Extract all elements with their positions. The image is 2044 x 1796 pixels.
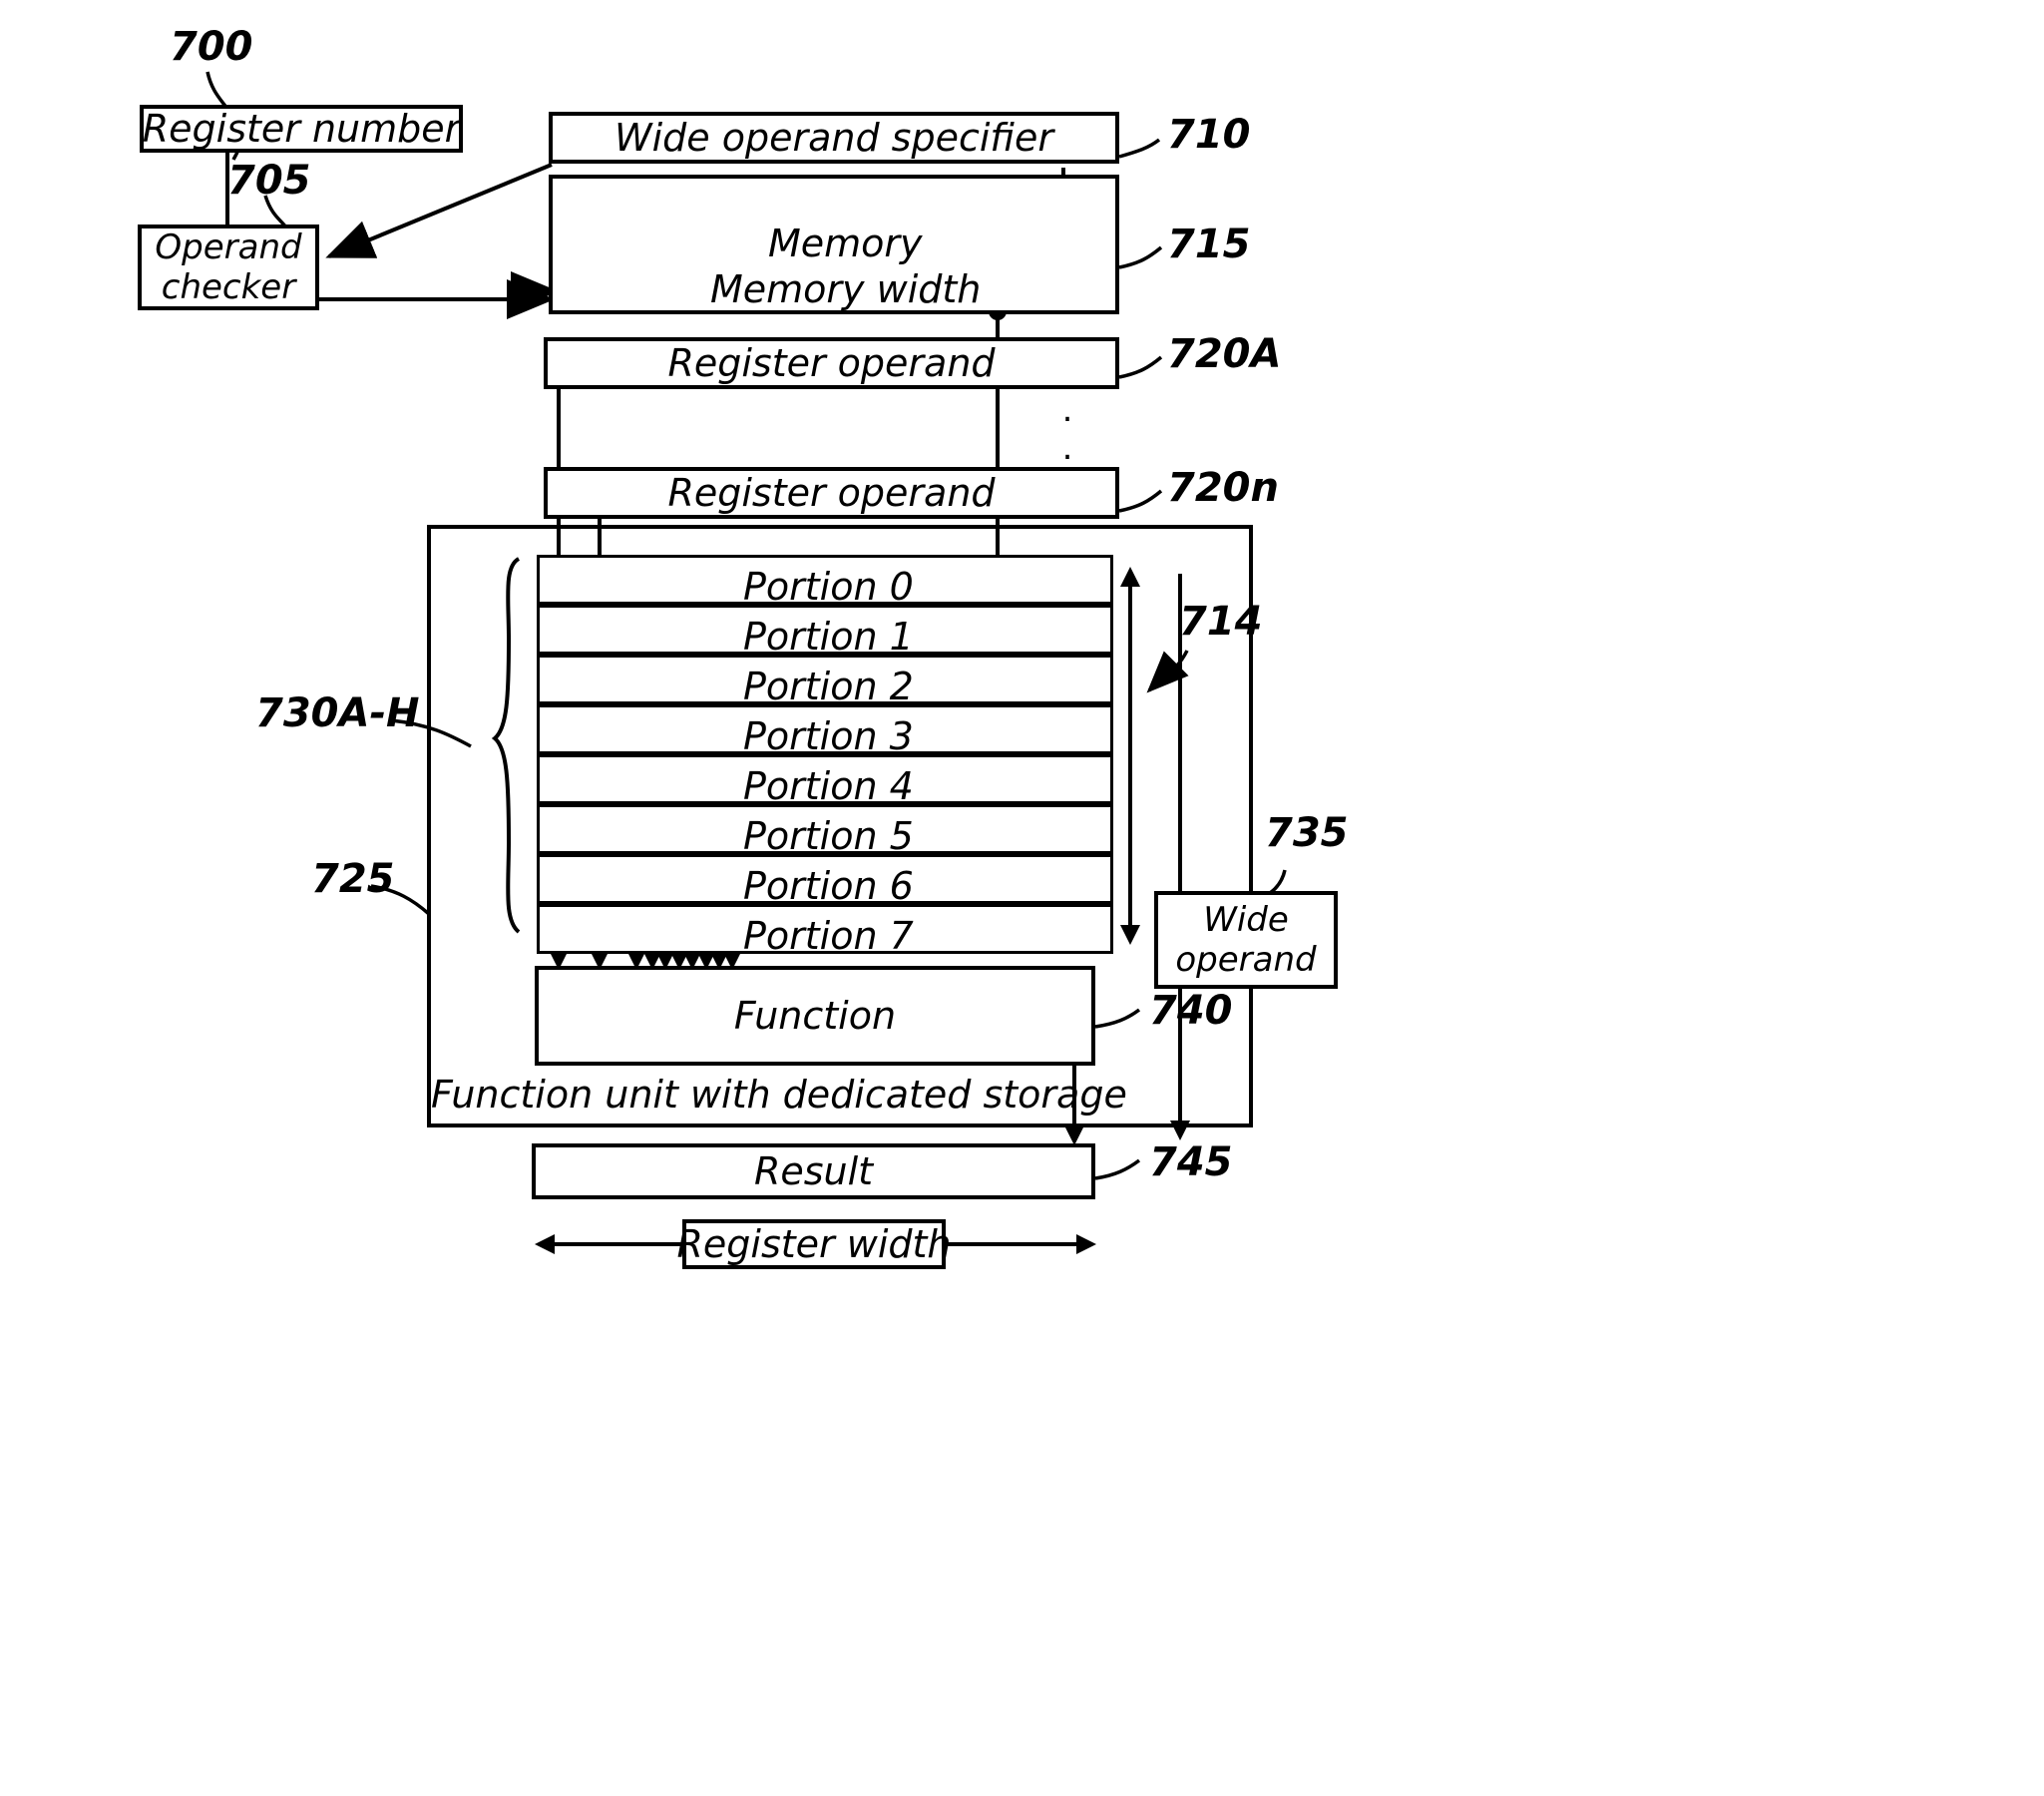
register-number-box[interactable]: Register number: [140, 105, 463, 153]
wide-operand-specifier-box[interactable]: Wide operand specifier: [549, 112, 1119, 164]
register-operand-a-label: Register operand: [667, 341, 996, 385]
ref-705: 705: [227, 158, 311, 204]
portion-label-0: Portion 0: [743, 565, 914, 609]
portion-label-4: Portion 4: [743, 764, 914, 808]
register-operand-n-box[interactable]: Register operand: [544, 467, 1119, 519]
wide-operand-label-line1: Wide: [1203, 900, 1289, 940]
operand-checker-label-line2: checker: [161, 267, 296, 307]
ref-725: 725: [311, 856, 395, 902]
portion-label-1: Portion 1: [743, 615, 914, 659]
portion-label-5: Portion 5: [743, 814, 914, 858]
ref-740: 740: [1149, 988, 1233, 1034]
portion-label-6: Portion 6: [743, 864, 914, 908]
register-width-box[interactable]: Register width: [677, 1219, 952, 1269]
wide-operand-box[interactable]: Wide operand: [1154, 891, 1338, 989]
wide-operand-specifier-label: Wide operand specifier: [614, 116, 1053, 160]
wide-operand-label-line2: operand: [1175, 940, 1317, 980]
portion-label-3: Portion 3: [743, 714, 914, 758]
ref-735: 735: [1265, 810, 1349, 856]
function-unit-label: Function unit with dedicated storage: [431, 1073, 1127, 1117]
register-operand-a-box[interactable]: Register operand: [544, 337, 1119, 389]
ref-700: 700: [170, 24, 253, 70]
patent-figure-canvas: Register number Operand checker Wide ope…: [0, 0, 2044, 1796]
memory-label: Memory: [768, 222, 923, 265]
function-label: Function: [733, 994, 897, 1038]
operand-checker-label-line1: Operand: [155, 227, 302, 267]
register-number-label: Register number: [142, 107, 461, 151]
ref-714: 714: [1179, 599, 1263, 645]
ref-745: 745: [1149, 1139, 1233, 1185]
portion-label-2: Portion 2: [743, 665, 914, 708]
register-width-label: Register width: [676, 1222, 952, 1266]
operand-checker-box[interactable]: Operand checker: [138, 224, 319, 310]
ref-715: 715: [1167, 222, 1251, 267]
ref-720n: 720n: [1167, 465, 1279, 511]
register-operand-n-label: Register operand: [667, 471, 996, 515]
ref-730A-H: 730A-H: [255, 690, 420, 736]
portion-label-7: Portion 7: [743, 914, 914, 958]
memory-width-label: Memory width: [710, 267, 982, 311]
ref-720A: 720A: [1167, 331, 1282, 377]
ref-710: 710: [1167, 112, 1251, 158]
result-label: Result: [753, 1149, 874, 1193]
function-box[interactable]: Function: [535, 966, 1095, 1066]
result-box[interactable]: Result: [532, 1143, 1095, 1199]
